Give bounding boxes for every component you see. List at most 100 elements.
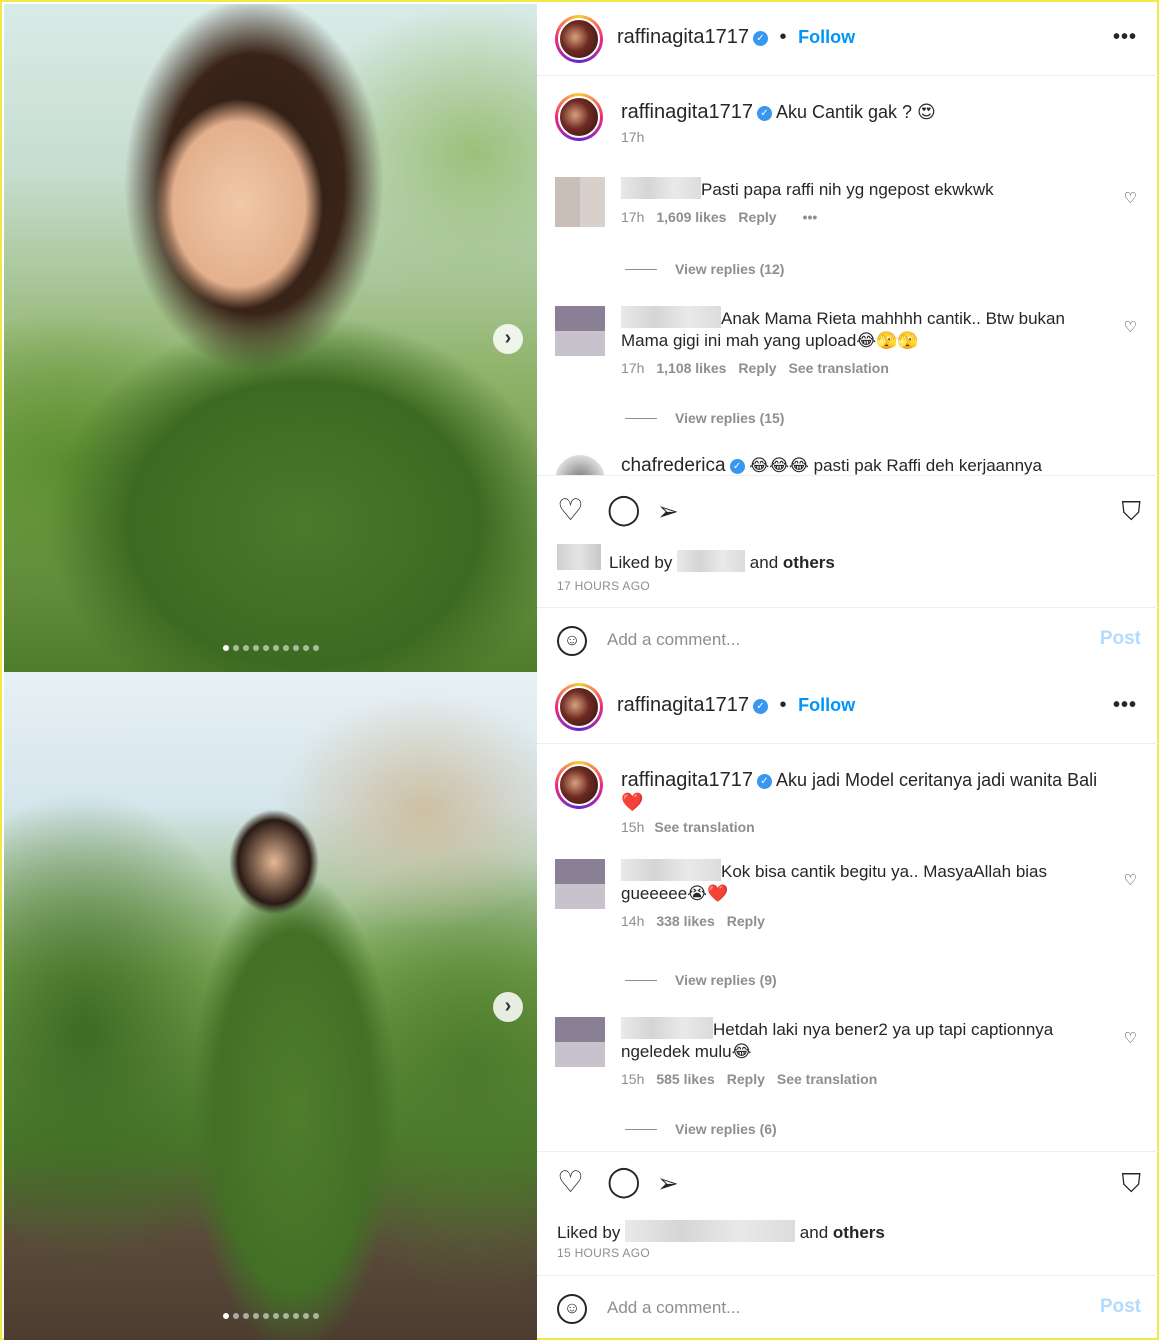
username[interactable]: raffinagita1717 (617, 26, 749, 48)
avatar[interactable] (555, 177, 605, 227)
comments-list[interactable]: raffinagita1717 ✓ Aku jadi Model ceritany… (537, 745, 1159, 1151)
follow-button[interactable]: Follow (798, 695, 855, 715)
post-photo[interactable]: › (4, 672, 537, 1340)
blurred-username[interactable] (677, 550, 746, 572)
comment-time: 17h (621, 360, 645, 376)
avatar[interactable] (555, 15, 603, 63)
more-options-icon[interactable]: ••• (1113, 694, 1137, 717)
avatar[interactable] (555, 859, 605, 909)
carousel-dots (4, 638, 537, 656)
carousel-dot (232, 645, 239, 651)
avatar[interactable] (555, 1017, 605, 1067)
comment-likes[interactable]: 1,108 likes (656, 360, 726, 376)
comment-username[interactable]: chafrederica (621, 455, 726, 475)
verified-badge-icon: ✓ (756, 106, 772, 121)
comment-heart-icon[interactable]: ♡ (1124, 318, 1137, 336)
caption-username[interactable]: raffinagita1717 (621, 101, 753, 123)
view-replies-button[interactable]: View replies (6) (625, 1121, 777, 1137)
see-translation-button[interactable]: See translation (654, 819, 754, 835)
liked-by-and: and (749, 553, 779, 572)
post-2: › raffinagita1717 ✓ • Follow ••• raffina… (4, 672, 1159, 1340)
follow-button[interactable]: Follow (798, 27, 855, 47)
bookmark-icon[interactable]: ⛉ (1121, 496, 1141, 526)
comment-likes[interactable]: 1,609 likes (656, 209, 726, 225)
comment-likes[interactable]: 585 likes (656, 1071, 714, 1087)
comments-list[interactable]: raffinagita1717 ✓ Aku Cantik gak ? 😍 17h … (537, 77, 1159, 475)
reply-button[interactable]: Reply (727, 1071, 765, 1087)
see-translation-button[interactable]: See translation (777, 1071, 877, 1087)
see-translation-button[interactable]: See translation (789, 360, 889, 376)
liked-by-prefix: Liked by (609, 553, 673, 572)
blurred-liker-avatar[interactable] (557, 544, 601, 570)
blurred-username[interactable] (621, 1017, 713, 1039)
liked-by-others[interactable]: others (783, 553, 835, 572)
reply-button[interactable]: Reply (727, 913, 765, 929)
view-replies-button[interactable]: View replies (12) (625, 261, 784, 277)
carousel-dot (312, 1313, 319, 1319)
caption-time: 17h (621, 129, 645, 145)
comment-heart-icon[interactable]: ♡ (1124, 1029, 1137, 1047)
avatar[interactable] (555, 683, 603, 731)
blurred-username[interactable] (621, 859, 721, 881)
carousel-dot (242, 645, 249, 651)
blurred-username[interactable] (621, 306, 721, 328)
post-photo[interactable]: › (4, 4, 537, 672)
comment-likes[interactable]: 338 likes (656, 913, 714, 929)
carousel-dot (222, 645, 229, 651)
carousel-dot (232, 1313, 239, 1319)
carousel-next-button[interactable]: › (493, 324, 523, 354)
paper-plane-icon[interactable]: ➢ (657, 496, 679, 526)
smile-icon[interactable]: ☺ (557, 1294, 587, 1324)
avatar[interactable] (555, 761, 603, 809)
comment-heart-icon[interactable]: ♡ (1124, 871, 1137, 889)
add-comment-bar: ☺ Add a comment... Post (537, 607, 1159, 675)
verified-badge-icon: ✓ (752, 31, 768, 46)
comment-icon[interactable]: ◯ (607, 1167, 641, 1197)
liked-by[interactable]: Liked by and others (557, 1220, 885, 1243)
heart-icon[interactable]: ♡ (557, 1168, 584, 1198)
username[interactable]: raffinagita1717 (617, 694, 749, 716)
liked-by-prefix: Liked by (557, 1223, 621, 1242)
smile-icon[interactable]: ☺ (557, 626, 587, 656)
comment-input[interactable]: Add a comment... (607, 1298, 740, 1318)
comment-icon[interactable]: ◯ (607, 495, 641, 525)
separator-dot: • (779, 26, 787, 48)
caption-username[interactable]: raffinagita1717 (621, 769, 753, 791)
carousel-next-button[interactable]: › (493, 992, 523, 1022)
add-comment-bar: ☺ Add a comment... Post (537, 1275, 1159, 1343)
view-replies-button[interactable]: View replies (15) (625, 410, 784, 426)
avatar[interactable] (555, 306, 605, 356)
heart-icon[interactable]: ♡ (557, 496, 584, 526)
comment-time: 14h (621, 913, 645, 929)
blurred-username[interactable] (621, 177, 701, 199)
carousel-dot (262, 645, 269, 651)
comment-text: 😂😂😂 pasti pak Raffi deh kerjaannya (749, 456, 1042, 475)
post-sidebar: raffinagita1717 ✓ • Follow ••• raffinagit… (537, 4, 1159, 672)
comment-input[interactable]: Add a comment... (607, 630, 740, 650)
paper-plane-icon[interactable]: ➢ (657, 1168, 679, 1198)
reply-button[interactable]: Reply (738, 360, 776, 376)
blurred-username[interactable] (625, 1220, 796, 1242)
screenshot-frame: › raffinagita1717 ✓ • Follow ••• raffina… (0, 0, 1159, 1340)
liked-by-others[interactable]: others (833, 1223, 885, 1242)
bookmark-icon[interactable]: ⛉ (1121, 1168, 1141, 1198)
carousel-dots (4, 1306, 537, 1324)
post-button[interactable]: Post (1100, 628, 1141, 650)
caption-meta: 15h See translation (621, 819, 1141, 835)
verified-badge-icon: ✓ (752, 699, 768, 714)
carousel-dot (282, 645, 289, 651)
reply-button[interactable]: Reply (738, 209, 776, 225)
comment-heart-icon[interactable]: ♡ (1124, 189, 1137, 207)
carousel-dot (272, 1313, 279, 1319)
liked-by[interactable]: Liked by and others (609, 550, 835, 573)
more-options-icon[interactable]: ••• (1113, 26, 1137, 49)
verified-badge-icon: ✓ (729, 459, 745, 474)
avatar[interactable] (555, 455, 605, 475)
avatar[interactable] (555, 93, 603, 141)
post-button[interactable]: Post (1100, 1296, 1141, 1318)
verified-badge-icon: ✓ (756, 774, 772, 789)
comment-more-icon[interactable]: ••• (803, 209, 818, 225)
view-replies-button[interactable]: View replies (9) (625, 972, 777, 988)
post-1: › raffinagita1717 ✓ • Follow ••• raffina… (4, 4, 1159, 672)
post-header: raffinagita1717 ✓ • Follow ••• (537, 4, 1159, 76)
